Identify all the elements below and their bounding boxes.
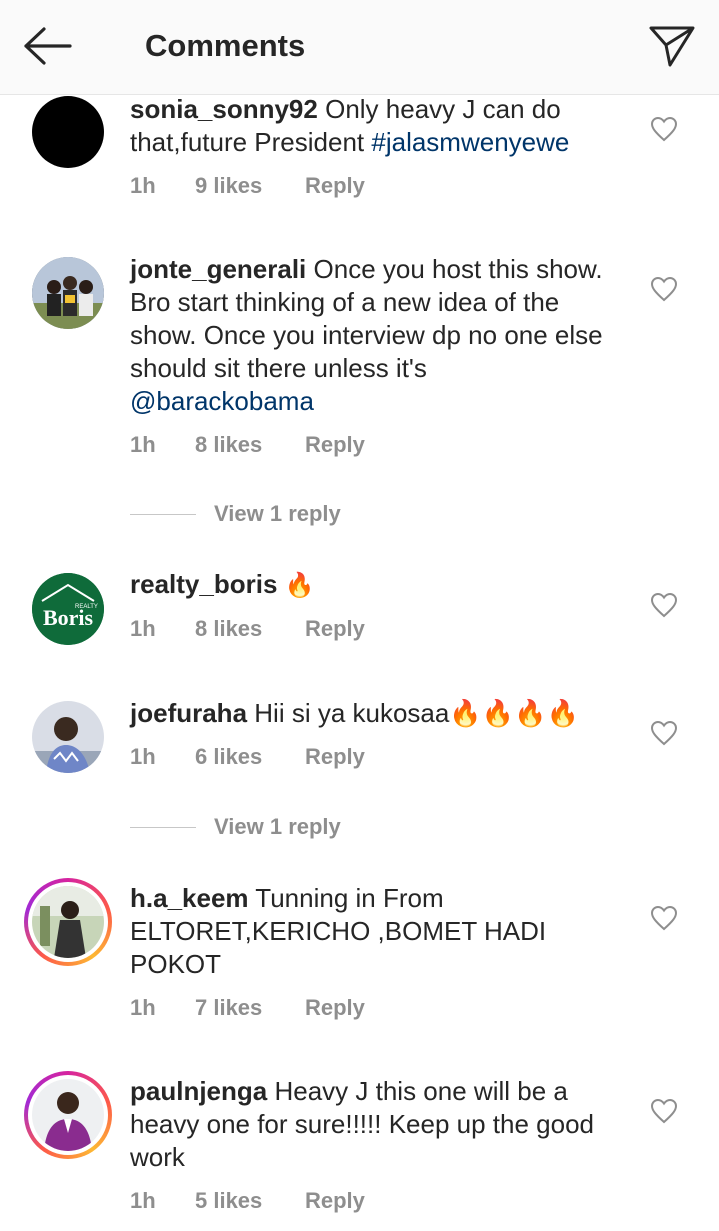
- story-ring[interactable]: [24, 878, 112, 966]
- comment-likes[interactable]: 6 likes: [195, 742, 305, 772]
- arrow-left-icon: [24, 27, 72, 65]
- profile-photo-icon: [32, 701, 104, 773]
- comment-time: 1h: [130, 1188, 156, 1213]
- profile-photo-icon: [32, 886, 104, 958]
- back-button[interactable]: [20, 24, 74, 68]
- comment-meta: 1h 5 likes Reply: [130, 1186, 365, 1216]
- comment-meta: 1h 7 likes Reply: [130, 993, 365, 1023]
- comment-text: sonia_sonny92 Only heavy J can do that,f…: [130, 93, 630, 159]
- heart-icon[interactable]: [650, 276, 678, 302]
- group-photo-icon: [32, 257, 104, 329]
- logo-text: Boris: [43, 605, 94, 630]
- comment-text: realty_boris 🔥: [130, 568, 630, 602]
- comment-username[interactable]: h.a_keem: [130, 883, 249, 913]
- profile-photo-icon: [32, 1079, 104, 1151]
- comment-username[interactable]: paulnjenga: [130, 1076, 267, 1106]
- share-button[interactable]: [646, 20, 698, 72]
- heart-icon[interactable]: [650, 1098, 678, 1124]
- comment-hashtag[interactable]: #jalasmwenyewe: [371, 127, 569, 157]
- view-replies-label[interactable]: View 1 reply: [214, 814, 341, 840]
- divider: [130, 513, 196, 515]
- comment-mention[interactable]: @barackobama: [130, 386, 314, 416]
- reply-button[interactable]: Reply: [305, 171, 365, 201]
- avatar: [32, 886, 104, 958]
- comments-screen: Comments sonia_sonny92 Only heavy J can …: [0, 0, 719, 1231]
- avatar[interactable]: [32, 257, 104, 329]
- view-replies-button[interactable]: View 1 reply: [130, 812, 341, 842]
- reply-button[interactable]: Reply: [305, 1186, 365, 1216]
- comment-username[interactable]: sonia_sonny92: [130, 94, 318, 124]
- avatar: [32, 1079, 104, 1151]
- comment-meta: 1h 8 likes Reply: [130, 614, 365, 644]
- comment-body: 🔥: [284, 572, 315, 599]
- paper-plane-icon: [649, 26, 695, 67]
- comment-username[interactable]: jonte_generali: [130, 254, 306, 284]
- avatar[interactable]: REALTY Boris: [32, 573, 104, 645]
- comment-likes[interactable]: 7 likes: [195, 993, 305, 1023]
- view-replies-button[interactable]: View 1 reply: [130, 499, 341, 529]
- reply-button[interactable]: Reply: [305, 614, 365, 644]
- comment-meta: 1h 9 likes Reply: [130, 171, 365, 201]
- divider: [130, 826, 196, 828]
- comment-text: joefuraha Hii si ya kukosaa🔥🔥🔥🔥: [130, 697, 630, 730]
- heart-icon[interactable]: [650, 116, 678, 142]
- comment-text: h.a_keem Tunning in From ELTORET,KERICHO…: [130, 882, 610, 981]
- realty-boris-logo: REALTY Boris: [32, 573, 104, 645]
- comment-time: 1h: [130, 616, 156, 641]
- top-bar: Comments: [0, 0, 719, 95]
- reply-button[interactable]: Reply: [305, 430, 365, 460]
- comment-time: 1h: [130, 995, 156, 1020]
- comment-text: jonte_generali Once you host this show. …: [130, 253, 610, 418]
- reply-button[interactable]: Reply: [305, 742, 365, 772]
- avatar[interactable]: [32, 701, 104, 773]
- view-replies-label[interactable]: View 1 reply: [214, 501, 341, 527]
- comment-meta: 1h 8 likes Reply: [130, 430, 365, 460]
- story-ring[interactable]: [24, 1071, 112, 1159]
- comment-time: 1h: [130, 173, 156, 198]
- comment-username[interactable]: realty_boris: [130, 569, 277, 599]
- comment-likes[interactable]: 5 likes: [195, 1186, 305, 1216]
- comment-time: 1h: [130, 744, 156, 769]
- comment-likes[interactable]: 9 likes: [195, 171, 305, 201]
- comment-username[interactable]: joefuraha: [130, 698, 247, 728]
- heart-icon[interactable]: [650, 905, 678, 931]
- heart-icon[interactable]: [650, 592, 678, 618]
- comment-time: 1h: [130, 432, 156, 457]
- comment-likes[interactable]: 8 likes: [195, 614, 305, 644]
- comment-likes[interactable]: 8 likes: [195, 430, 305, 460]
- page-title: Comments: [145, 28, 306, 63]
- avatar[interactable]: [32, 96, 104, 168]
- comment-body: Hii si ya kukosaa🔥🔥🔥🔥: [254, 698, 579, 728]
- comment-text: paulnjenga Heavy J this one will be a he…: [130, 1075, 630, 1174]
- reply-button[interactable]: Reply: [305, 993, 365, 1023]
- comment-meta: 1h 6 likes Reply: [130, 742, 365, 772]
- heart-icon[interactable]: [650, 720, 678, 746]
